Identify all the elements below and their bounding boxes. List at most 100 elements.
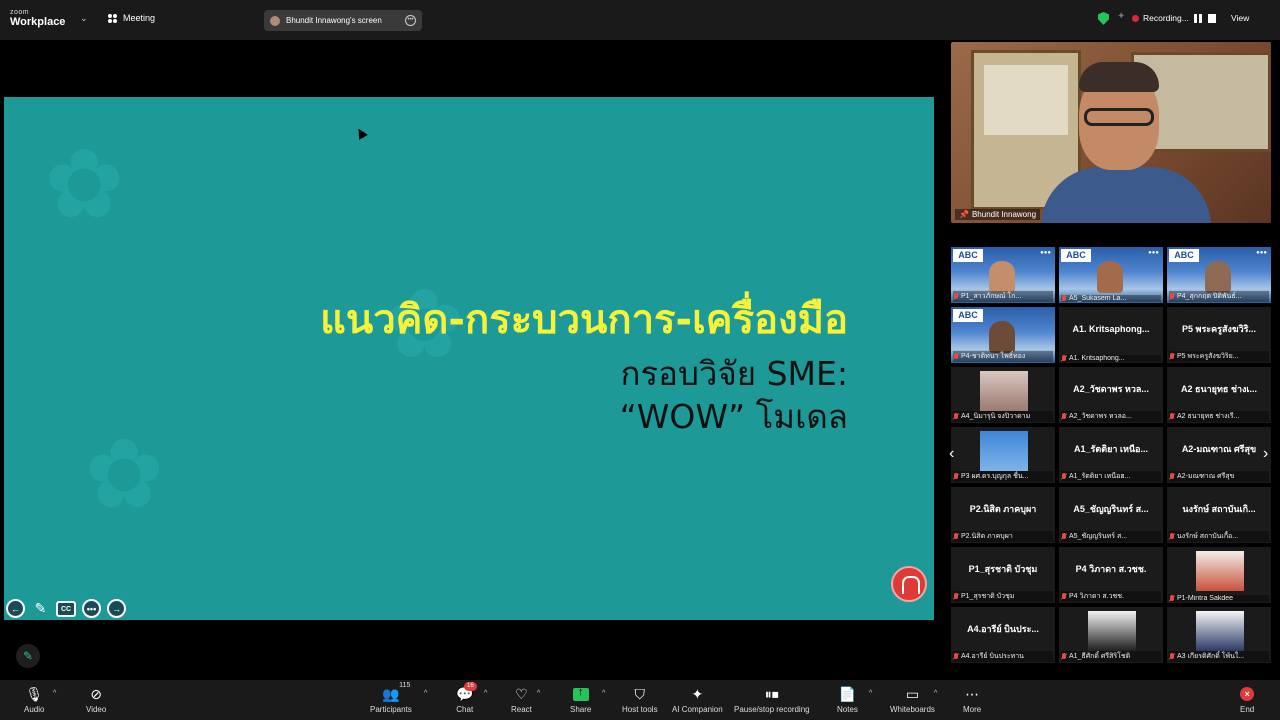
pause-recording-icon[interactable] [1194, 14, 1202, 23]
mic-muted-icon [1061, 473, 1067, 480]
gallery-next-icon[interactable]: › [1263, 445, 1268, 463]
more-options-icon[interactable]: ••• [405, 15, 416, 26]
recording-dot-icon [1132, 14, 1139, 22]
active-speaker-video[interactable] [951, 42, 1271, 223]
participant-tile[interactable]: A1. Kritsaphong... A1. Kritsaphong... [1059, 307, 1163, 363]
ai-companion-icon[interactable]: ✦ [1117, 11, 1125, 22]
participant-tile[interactable]: A2 ธนายุทธ ช่างเ... A2 ธนายุทธ ช่างเรี..… [1167, 367, 1271, 423]
participants-options-icon[interactable]: ^ [424, 690, 427, 697]
participant-tile[interactable]: P5 พระครูสังฆวิริ... P5 พระครูสังฆวิริย.… [1167, 307, 1271, 363]
participant-tile[interactable]: P2.นิสิต ภาคบุผา P2.นิสิต ภาคบุผา [951, 487, 1055, 543]
participant-name: P5 พระครูสังฆวิริ... [1182, 324, 1256, 334]
participant-tile[interactable]: นงรักษ์ สถาบันเกิ... นงรักษ์ สถาบันเกื้อ… [1167, 487, 1271, 543]
participants-count: 115 [399, 682, 411, 689]
notes-options-icon[interactable]: ^ [869, 690, 872, 697]
chat-icon: 💬 16 [456, 682, 477, 703]
recording-status: Recording... [1132, 13, 1189, 23]
host-tools-button[interactable]: ⛉ Host tools [622, 685, 658, 715]
participant-tile[interactable]: P1-Mintra Sakdee [1167, 547, 1271, 603]
more-icon: ⋯ [965, 685, 980, 702]
participant-tile[interactable]: ABC ●●● P1_สาวภักษณ์ โก... [951, 247, 1055, 303]
participant-tile[interactable]: P3 ผศ.ดร.บุญกุล ชื่น... [951, 427, 1055, 483]
zoom-logo[interactable]: zoom Workplace [10, 9, 65, 28]
mic-muted-icon [953, 533, 959, 540]
participant-tile[interactable]: A1_รัตติยา เหนือ... A1_รัตติยา เหนือฮ... [1059, 427, 1163, 483]
gallery-prev-icon[interactable]: ‹ [949, 445, 954, 463]
react-label: React [511, 705, 532, 714]
notes-icon: 📄 [838, 685, 857, 702]
participant-label: P1_สุรชาติ บัวชุม [961, 593, 1015, 600]
whiteboards-label: Whiteboards [890, 705, 935, 714]
mic-muted-icon [1061, 653, 1067, 660]
participant-tile[interactable]: A5_ชัญญรินทร์ ส... A5_ชัญญรินทร์ ส... [1059, 487, 1163, 543]
captions-icon[interactable]: CC [56, 601, 76, 617]
meeting-menu[interactable]: Meeting [108, 13, 155, 23]
ai-companion-button[interactable]: ✦ AI Companion [672, 685, 723, 715]
chat-button[interactable]: 💬 16 Chat [456, 682, 477, 714]
react-button[interactable]: ♡ React [511, 685, 532, 715]
participant-tile[interactable]: A4.อารีย์ บินประ... A4.อารีย์ บินประทาน [951, 607, 1055, 663]
encryption-shield-icon[interactable] [1098, 12, 1109, 25]
participant-label: P1_สาวภักษณ์ โก... [961, 293, 1022, 300]
whiteboards-button[interactable]: ▭ Whiteboards [890, 685, 935, 715]
participant-tile[interactable]: A2_วัชดาพร หวล... A2_วัชดาพร หวลอ... [1059, 367, 1163, 423]
participant-name: P4 วิภาดา ส.วชช. [1075, 564, 1147, 574]
mic-muted-icon [1061, 295, 1067, 302]
participant-tile[interactable]: ABC P4-ชาติทนา โพธิ์ทอง [951, 307, 1055, 363]
participant-tile[interactable]: A3 เกียรติศักดิ์ โพ้นใ... [1167, 607, 1271, 663]
react-options-icon[interactable]: ^ [537, 690, 540, 697]
meeting-toolbar: 🎙 Audio ^ ⊘ Video 👥 115 Participants ^ 💬 1… [0, 680, 1280, 720]
participant-tile[interactable]: P1_สุรชาติ บัวชุม P1_สุรชาติ บัวชุม [951, 547, 1055, 603]
share-options-icon[interactable]: ^ [602, 690, 605, 697]
annotate-icon[interactable]: ✎ [16, 644, 40, 668]
participant-label: P5 พระครูสังฆวิริย... [1177, 353, 1239, 360]
chat-options-icon[interactable]: ^ [484, 690, 487, 697]
pause-stop-label: Pause/stop recording [734, 705, 810, 714]
participants-button[interactable]: 👥 115 Participants [370, 682, 412, 714]
participant-label: P2.นิสิต ภาคบุผา [961, 533, 1013, 540]
participants-label: Participants [370, 705, 412, 714]
pause-stop-icon: ⏸⏹ [764, 685, 779, 702]
mic-muted-icon [953, 593, 959, 600]
mic-muted-icon [1169, 653, 1175, 660]
more-button[interactable]: ⋯ More [963, 685, 982, 715]
end-icon: × [1240, 685, 1255, 703]
next-slide-icon[interactable]: → [107, 599, 126, 618]
participant-tile[interactable]: A2-มณฑาณ ศรีสุข A2-มณฑาณ ศรีสุข [1167, 427, 1271, 483]
pause-stop-recording-button[interactable]: ⏸⏹ Pause/stop recording [734, 685, 810, 715]
participant-tile[interactable]: A1_ธีศักดิ์ ศรีสิริโชติ [1059, 607, 1163, 663]
whiteboards-options-icon[interactable]: ^ [934, 690, 937, 697]
mic-muted-icon [953, 653, 959, 660]
end-button[interactable]: × End [1240, 685, 1254, 714]
recording-label: Recording... [1143, 13, 1189, 23]
participant-label: A4.อารีย์ บินประทาน [961, 653, 1024, 660]
stop-recording-icon[interactable] [1208, 14, 1216, 23]
mic-muted-icon [1061, 593, 1067, 600]
participant-label: นงรักษ์ สถาบันเกื้อ... [1177, 533, 1239, 540]
participant-name: A4.อารีย์ บินประ... [967, 624, 1039, 634]
participant-tile[interactable]: A4_นิมารุนิ จงปิวาดาม [951, 367, 1055, 423]
pen-icon[interactable]: ✎ [31, 599, 50, 618]
mic-muted-icon [953, 293, 959, 300]
view-button[interactable]: View [1231, 13, 1249, 23]
participant-tile[interactable]: P4 วิภาดา ส.วชช. P4 วิภาดา ส.วชช. [1059, 547, 1163, 603]
participant-label: A5_ชัญญรินทร์ ส... [1069, 533, 1128, 540]
pin-icon: 📌 [959, 210, 969, 219]
participant-tile[interactable]: ABC ●●● P4_สุกกฤต ปิติพันธ์... [1167, 247, 1271, 303]
participant-name: A2_วัชดาพร หวล... [1073, 384, 1149, 394]
previous-slide-icon[interactable]: ← [6, 599, 25, 618]
video-button[interactable]: ⊘ Video [86, 685, 106, 715]
audio-options-icon[interactable]: ^ [53, 690, 56, 697]
chevron-down-icon[interactable]: ⌄ [80, 13, 88, 24]
screen-share-pill[interactable]: Bhundit Innawong's screen ••• [264, 10, 422, 31]
notes-button[interactable]: 📄 Notes [837, 685, 858, 715]
more-options-icon[interactable]: ••• [82, 599, 101, 618]
participant-name: A5_ชัญญรินทร์ ส... [1073, 504, 1149, 514]
profile-picture [980, 371, 1028, 411]
more-label: More [963, 705, 982, 714]
participant-label: A1_ธีศักดิ์ ศรีสิริโชติ [1069, 653, 1131, 660]
audio-button[interactable]: 🎙 Audio [24, 685, 44, 715]
share-button[interactable]: Share [570, 685, 591, 715]
participant-label: P4-ชาติทนา โพธิ์ทอง [961, 353, 1026, 360]
participant-tile[interactable]: ABC ●●● A5_Sukasem La... [1059, 247, 1163, 303]
